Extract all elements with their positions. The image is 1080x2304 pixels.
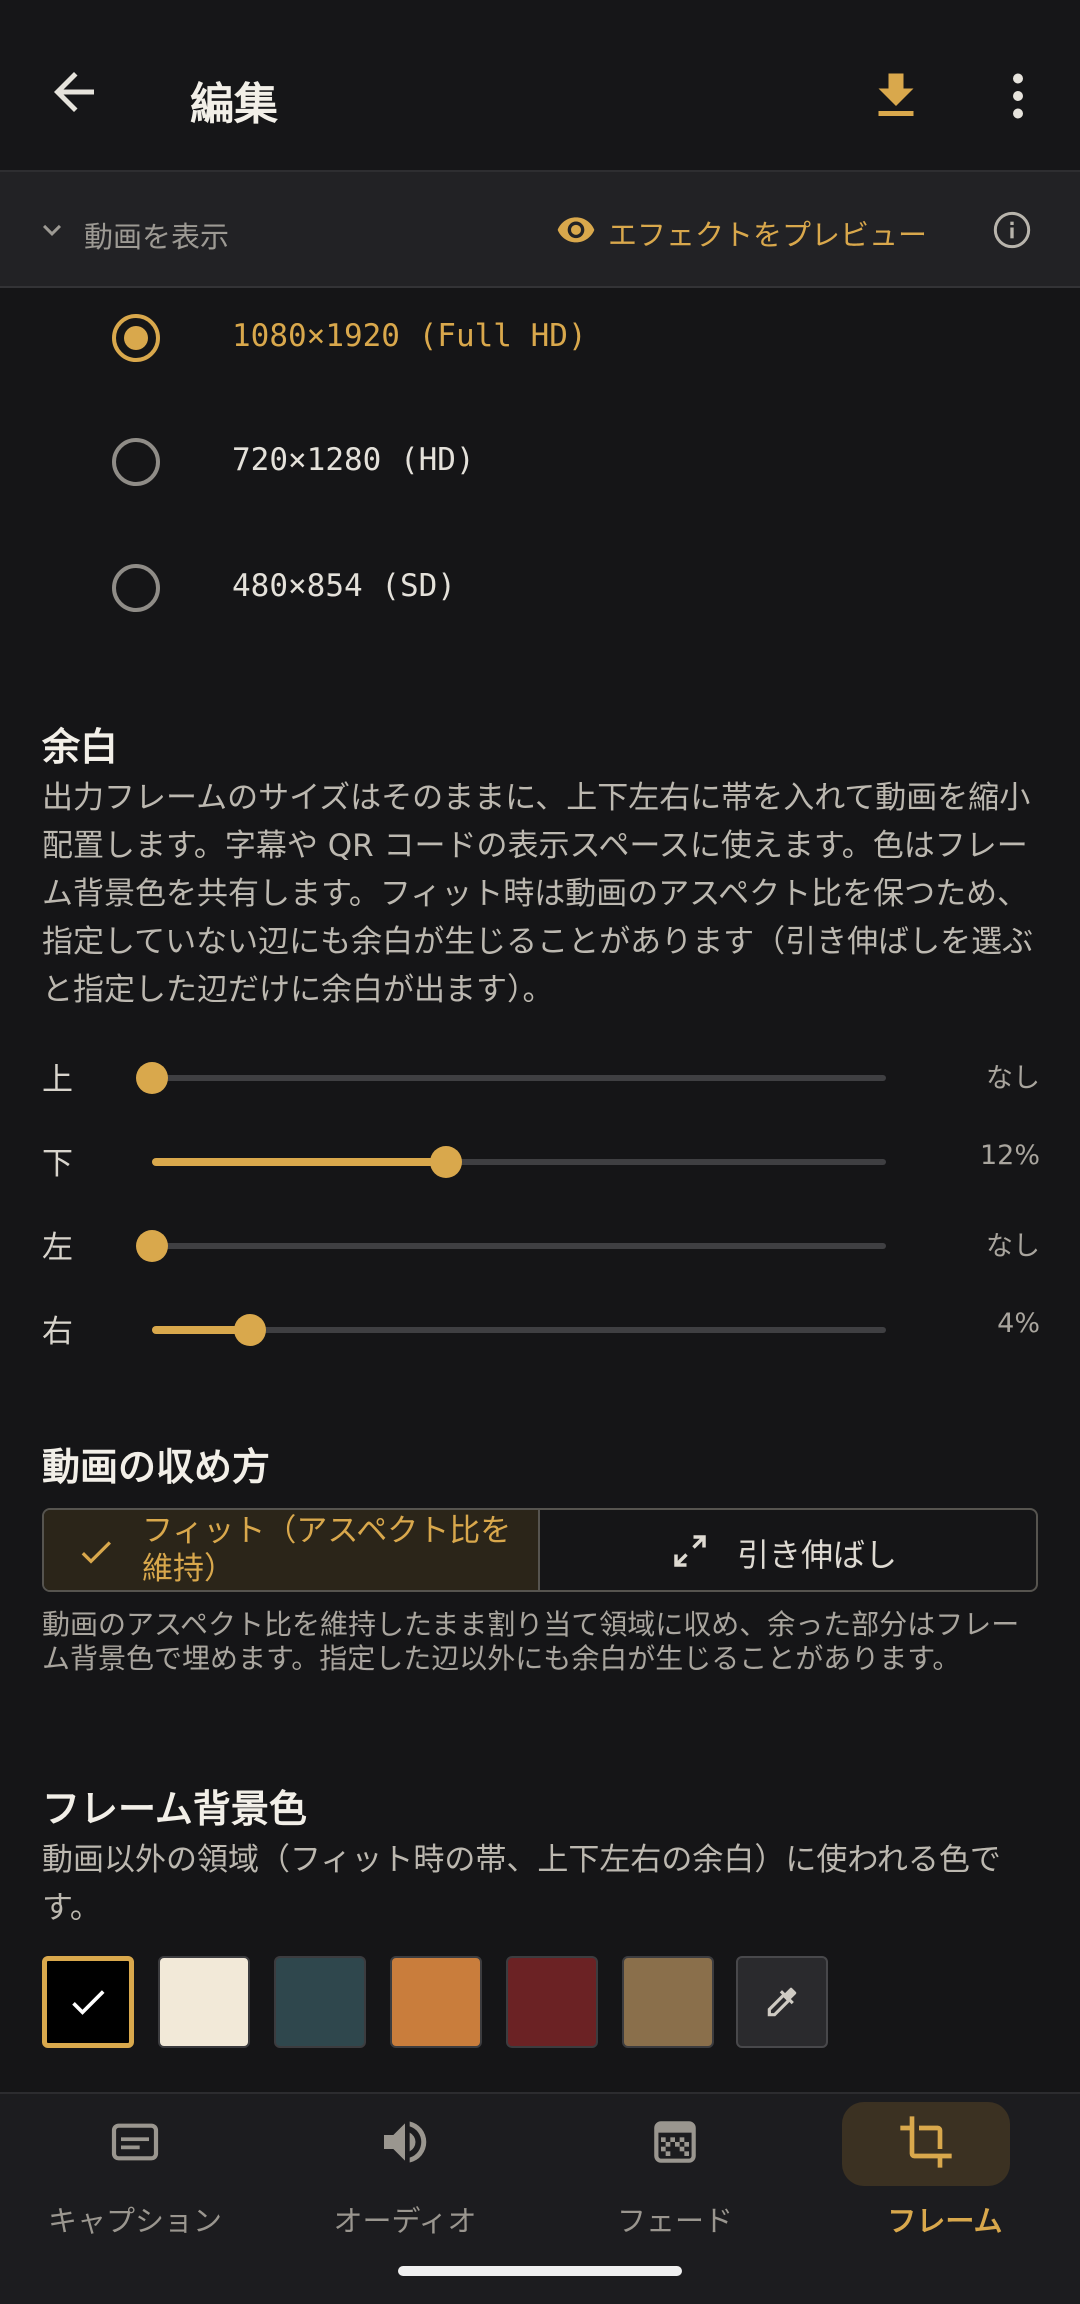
- color-swatch-teal[interactable]: [274, 1956, 366, 2048]
- fit-mode-description: 動画のアスペクト比を維持したまま割り当て領域に収め、余った部分はフレーム背景色で…: [42, 1608, 1020, 1675]
- radio-button[interactable]: [112, 314, 160, 362]
- margin-slider-top[interactable]: 上 なし: [0, 1058, 1080, 1098]
- slider-label: 上: [42, 1062, 73, 1098]
- stretch-option-button[interactable]: 引き伸ばし: [541, 1510, 1036, 1590]
- resolution-label: 1080×1920 (Full HD): [232, 318, 587, 354]
- nav-label: オーディオ: [333, 2204, 477, 2238]
- slider-thumb[interactable]: [136, 1062, 168, 1094]
- color-swatch-black[interactable]: [42, 1956, 134, 2048]
- margin-slider-bottom[interactable]: 下 12%: [0, 1140, 1080, 1182]
- radio-button[interactable]: [112, 438, 160, 486]
- fit-option-label: フィット（アスペクト比を維持）: [142, 1513, 512, 1587]
- download-icon[interactable]: [866, 66, 926, 126]
- margin-slider-left[interactable]: 左 なし: [0, 1226, 1080, 1266]
- frame-bg-description: 動画以外の領域（フィット時の帯、上下左右の余白）に使われる色です。: [42, 1842, 1001, 1926]
- nav-label: フェード: [616, 2204, 733, 2238]
- color-swatch-brown[interactable]: [622, 1956, 714, 2048]
- fit-option-button[interactable]: フィット（アスペクト比を維持）: [44, 1510, 540, 1590]
- nav-tab-fade[interactable]: フェード: [540, 2094, 810, 2254]
- custom-color-button[interactable]: [736, 1956, 828, 2048]
- resolution-option-sd[interactable]: 480×854 (SD): [112, 564, 812, 612]
- slider-value: 12%: [979, 1140, 1040, 1171]
- fit-mode-segmented-control: フィット（アスペクト比を維持） 引き伸ばし: [42, 1508, 1038, 1592]
- slider-fill: [152, 1158, 446, 1166]
- speaker-icon: [384, 2121, 427, 2163]
- eye-icon[interactable]: [556, 212, 596, 246]
- color-swatch-orange[interactable]: [390, 1956, 482, 2048]
- slider-thumb[interactable]: [429, 1146, 462, 1178]
- slider-thumb[interactable]: [136, 1230, 168, 1262]
- slider-label: 右: [42, 1314, 73, 1350]
- expand-diagonal-icon: [674, 1535, 706, 1567]
- fit-mode-title: 動画の収め方: [42, 1445, 271, 1489]
- color-swatch-cream[interactable]: [158, 1956, 250, 2048]
- nav-label: フレーム: [887, 2204, 1003, 2238]
- more-vert-icon[interactable]: [988, 66, 1048, 126]
- slider-value: なし: [986, 1063, 1040, 1094]
- margin-slider-right[interactable]: 右 4%: [0, 1308, 1080, 1350]
- home-indicator: [398, 2266, 682, 2276]
- settings-scroll[interactable]: 1080×1920 (Full HD) 720×1280 (HD) 480×85…: [0, 290, 1080, 2092]
- radio-button[interactable]: [112, 564, 160, 612]
- slider-label: 左: [42, 1230, 73, 1266]
- app-bar: 編集: [0, 0, 1080, 170]
- chevron-down-icon[interactable]: [34, 212, 70, 248]
- nav-tab-audio[interactable]: オーディオ: [270, 2094, 540, 2254]
- nav-label: キャプション: [47, 2204, 222, 2238]
- preview-effect-button[interactable]: エフェクトをプレビュー: [608, 212, 927, 254]
- slider-thumb[interactable]: [233, 1314, 266, 1346]
- slider-track[interactable]: [152, 1075, 886, 1081]
- nav-tab-caption[interactable]: キャプション: [0, 2094, 270, 2254]
- slider-value: なし: [986, 1231, 1040, 1262]
- margin-description: 出力フレームのサイズはそのままに、上下左右に帯を入れて動画を縮小配置します。字幕…: [42, 780, 1034, 1008]
- stretch-option-label: 引き伸ばし: [737, 1536, 898, 1574]
- page-title: 編集: [190, 79, 278, 130]
- fade-icon: [654, 2121, 696, 2163]
- resolution-label: 720×1280 (HD): [232, 442, 475, 478]
- eyedropper-icon: [767, 1987, 797, 2017]
- preview-strip: 動画を表示 エフェクトをプレビュー: [0, 170, 1080, 288]
- back-arrow-icon[interactable]: [44, 62, 104, 122]
- frame-bg-title: フレーム背景色: [42, 1787, 307, 1831]
- crop-icon: [900, 2116, 952, 2168]
- check-icon: [81, 1541, 111, 1564]
- color-swatch-maroon[interactable]: [506, 1956, 598, 2048]
- show-video-toggle[interactable]: 動画を表示: [84, 214, 229, 256]
- check-icon: [72, 1990, 105, 2015]
- info-icon[interactable]: [992, 210, 1032, 250]
- slider-track[interactable]: [152, 1243, 886, 1249]
- margin-title: 余白: [42, 725, 119, 769]
- resolution-option-fullhd[interactable]: 1080×1920 (Full HD): [112, 314, 812, 362]
- resolution-label: 480×854 (SD): [232, 568, 456, 604]
- caption-icon: [111, 2123, 159, 2161]
- resolution-option-hd[interactable]: 720×1280 (HD): [112, 438, 812, 486]
- slider-value: 4%: [997, 1308, 1040, 1339]
- slider-label: 下: [42, 1146, 73, 1182]
- nav-tab-frame[interactable]: フレーム: [810, 2094, 1080, 2254]
